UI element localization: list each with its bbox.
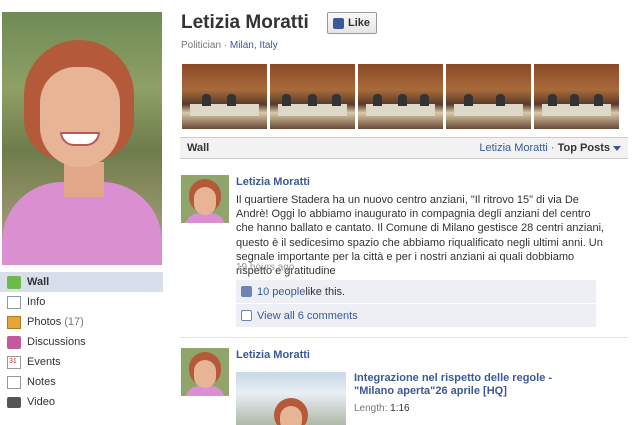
- video-thumbnail[interactable]: [236, 372, 346, 425]
- sidebar-item-notes[interactable]: Notes: [0, 372, 163, 392]
- video-icon: [7, 396, 21, 408]
- filter-author[interactable]: Letizia Moratti: [479, 142, 547, 154]
- avatar[interactable]: [181, 175, 229, 223]
- photo-thumbnail[interactable]: [534, 64, 619, 129]
- events-icon: [7, 355, 21, 369]
- discussions-icon: [7, 335, 21, 349]
- info-icon: [7, 295, 21, 309]
- comment-icon: [241, 310, 252, 321]
- sidebar-item-wall[interactable]: Wall: [0, 272, 163, 292]
- sidebar-item-label: Discussions: [27, 336, 86, 348]
- profile-picture[interactable]: [2, 12, 162, 265]
- photo-strip: [182, 64, 619, 129]
- sidebar-item-label: Notes: [27, 376, 56, 388]
- photos-icon: [7, 315, 21, 329]
- sidebar-item-photos[interactable]: Photos (17): [0, 312, 163, 332]
- photo-thumbnail[interactable]: [270, 64, 355, 129]
- likes-row: 10 people like this.: [236, 280, 596, 304]
- thumbs-up-icon: [333, 17, 344, 29]
- post-timestamp[interactable]: 19 hours ago: [236, 262, 294, 273]
- video-length-value: 1:16: [390, 403, 410, 414]
- location-link[interactable]: Milan, Italy: [230, 40, 278, 51]
- likes-link[interactable]: 10 people: [257, 286, 305, 298]
- like-button-label: Like: [348, 17, 371, 29]
- video-length: Length: 1:16: [354, 403, 410, 414]
- photo-thumbnail[interactable]: [182, 64, 267, 129]
- wall-header: Wall Letizia Moratti · Top Posts: [180, 137, 628, 159]
- photos-count: (17): [64, 316, 84, 328]
- thumbs-up-icon: [241, 286, 252, 297]
- sidebar-item-label: Photos: [27, 316, 62, 328]
- sidebar-item-discussions[interactable]: Discussions: [0, 332, 163, 352]
- sidebar-item-label: Events: [27, 356, 61, 368]
- video-length-label: Length:: [354, 403, 388, 414]
- photo-thumbnail[interactable]: [446, 64, 531, 129]
- avatar[interactable]: [181, 348, 229, 396]
- post-author[interactable]: Letizia Moratti: [236, 349, 310, 361]
- chevron-down-icon[interactable]: [613, 145, 621, 151]
- filter-separator: ·: [547, 142, 558, 154]
- sidebar-item-label: Video: [27, 396, 55, 408]
- post-divider: [180, 337, 628, 338]
- photo-thumbnail[interactable]: [358, 64, 443, 129]
- likes-suffix: like this.: [305, 285, 346, 298]
- filter-option[interactable]: Top Posts: [558, 142, 610, 154]
- video-title-link[interactable]: Integrazione nel rispetto delle regole -…: [354, 372, 594, 398]
- sidebar-item-video[interactable]: Video: [0, 392, 163, 412]
- sidebar-item-events[interactable]: Events: [0, 352, 163, 372]
- page-title: Letizia Moratti: [181, 12, 309, 33]
- notes-icon: [7, 375, 21, 389]
- wall-icon: [7, 275, 21, 289]
- like-button[interactable]: Like: [327, 12, 378, 34]
- separator: ·: [221, 40, 230, 51]
- post-feedback: 10 people like this. View all 6 comments: [236, 280, 596, 328]
- page-subtitle: Politician · Milan, Italy: [181, 40, 278, 51]
- sidebar-nav: Wall Info Photos (17) Discussions Events…: [0, 272, 163, 412]
- wall-title: Wall: [187, 142, 210, 154]
- comments-row: View all 6 comments: [236, 304, 596, 328]
- sidebar-item-label: Wall: [27, 276, 50, 288]
- sidebar-item-label: Info: [27, 296, 46, 308]
- sidebar-item-info[interactable]: Info: [0, 292, 163, 312]
- left-column: Wall Info Photos (17) Discussions Events…: [0, 0, 163, 425]
- post-author[interactable]: Letizia Moratti: [236, 176, 310, 188]
- category-label: Politician: [181, 40, 222, 51]
- view-comments-link[interactable]: View all 6 comments: [257, 310, 358, 322]
- wall-filter[interactable]: Letizia Moratti · Top Posts: [479, 142, 621, 154]
